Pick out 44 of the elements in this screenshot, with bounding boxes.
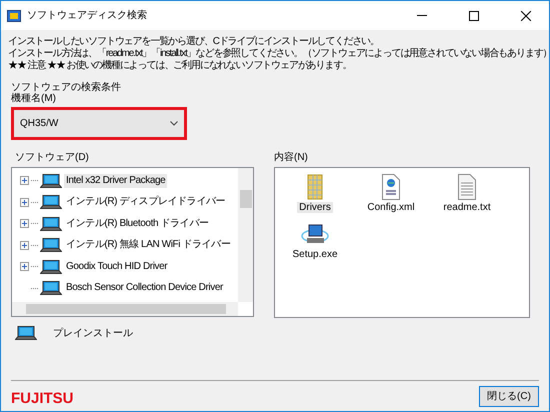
app-icon (7, 10, 21, 22)
tree-item[interactable]: インテル(R) Bluetooth ドライバー (64, 216, 210, 231)
file-item[interactable]: Config.xml (365, 202, 417, 213)
model-label: 機種名(M) (11, 93, 57, 104)
minimize-icon (417, 14, 427, 16)
file-item[interactable]: Setup.exe (290, 249, 340, 260)
maximize-icon (469, 10, 479, 20)
expand-icon[interactable] (20, 262, 29, 272)
folder-icon (305, 174, 325, 200)
section-heading: ソフトウェアの検索条件 (11, 82, 122, 93)
xml-file-icon (381, 174, 401, 200)
tree-item[interactable]: インテル(R) ディスプレイドライバー (64, 195, 228, 210)
file-item[interactable]: Drivers (297, 202, 333, 213)
laptop-icon (40, 195, 62, 210)
chevron-down-icon (170, 121, 178, 126)
software-label: ソフトウェア(D) (14, 152, 90, 163)
close-icon (521, 10, 531, 20)
tree-item[interactable]: Goodix Touch HID Driver (64, 260, 170, 274)
contents-label: 内容(N) (274, 152, 309, 163)
laptop-icon (40, 281, 62, 296)
tree-item[interactable]: Bosch Sensor Collection Device Driver (64, 281, 225, 296)
expand-icon[interactable] (20, 240, 29, 250)
window-title: ソフトウェアディスク検索 (27, 10, 148, 21)
expand-icon[interactable] (20, 198, 29, 207)
legend-label: プレインストール (53, 328, 133, 338)
laptop-icon (15, 326, 37, 340)
laptop-icon (40, 260, 62, 274)
vertical-scrollbar[interactable] (238, 168, 253, 302)
instruction-text: ★★ 注意 ★★ お使いの機種によっては、ご利用になれないソフトウェアがあります。 (8, 60, 352, 72)
laptop-icon (40, 216, 62, 231)
laptop-icon (40, 238, 62, 252)
file-item[interactable]: readme.txt (441, 202, 493, 213)
close-button[interactable]: 閉じる(C) (479, 386, 539, 407)
instruction-text: インストールしたいソフトウェアを一覧から選び、Cドライブにインストールしてください。 (8, 36, 380, 48)
brand-logo: FUJITSU (11, 389, 74, 404)
tree-item[interactable]: インテル(R) 無線 LAN WiFi ドライバー (64, 238, 232, 252)
instruction-text: インストール方法は、「readme.txt」「install.txt」などを参照してください。（ソフトウェアによっては用意されていない場合もあります） (8, 48, 550, 60)
expand-icon[interactable] (20, 176, 29, 186)
tree-item[interactable]: Intel x32 Driver Package (64, 174, 168, 188)
horizontal-scrollbar[interactable] (12, 302, 238, 316)
laptop-icon (40, 174, 62, 188)
expand-icon[interactable] (20, 219, 29, 228)
model-dropdown[interactable]: QH35/W (11, 107, 187, 140)
text-file-icon (457, 174, 477, 200)
